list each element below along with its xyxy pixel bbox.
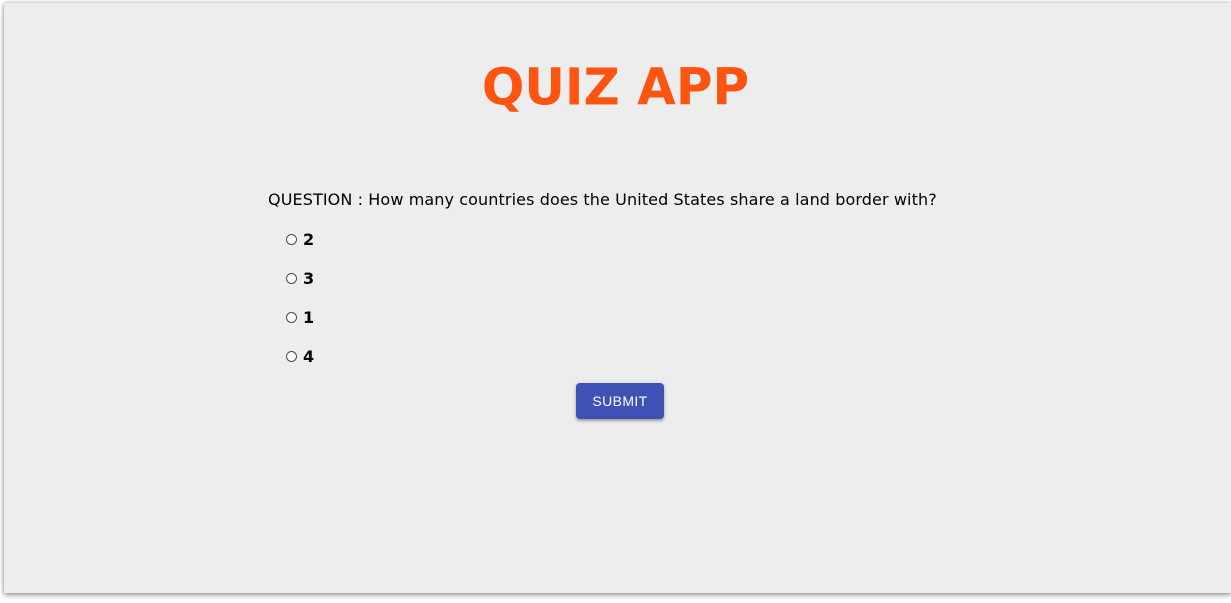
question-text: QUESTION : How many countries does the U… (268, 190, 937, 209)
question-body: How many countries does the United State… (368, 190, 937, 209)
radio-button[interactable] (286, 311, 297, 323)
radio-button[interactable] (286, 350, 297, 362)
option-3[interactable]: 1 (286, 307, 314, 327)
option-label: 2 (303, 229, 315, 249)
radio-button[interactable] (286, 272, 297, 284)
option-2[interactable]: 3 (286, 268, 314, 288)
option-label: 3 (303, 268, 315, 288)
radio-button[interactable] (286, 233, 297, 245)
option-4[interactable]: 4 (286, 346, 314, 366)
option-1[interactable]: 2 (286, 229, 314, 249)
submit-button[interactable]: SUBMIT (576, 383, 664, 419)
option-label: 1 (303, 307, 315, 327)
option-label: 4 (303, 346, 315, 366)
app-title: QUIZ APP (481, 57, 750, 117)
question-prefix: QUESTION : (268, 190, 369, 209)
